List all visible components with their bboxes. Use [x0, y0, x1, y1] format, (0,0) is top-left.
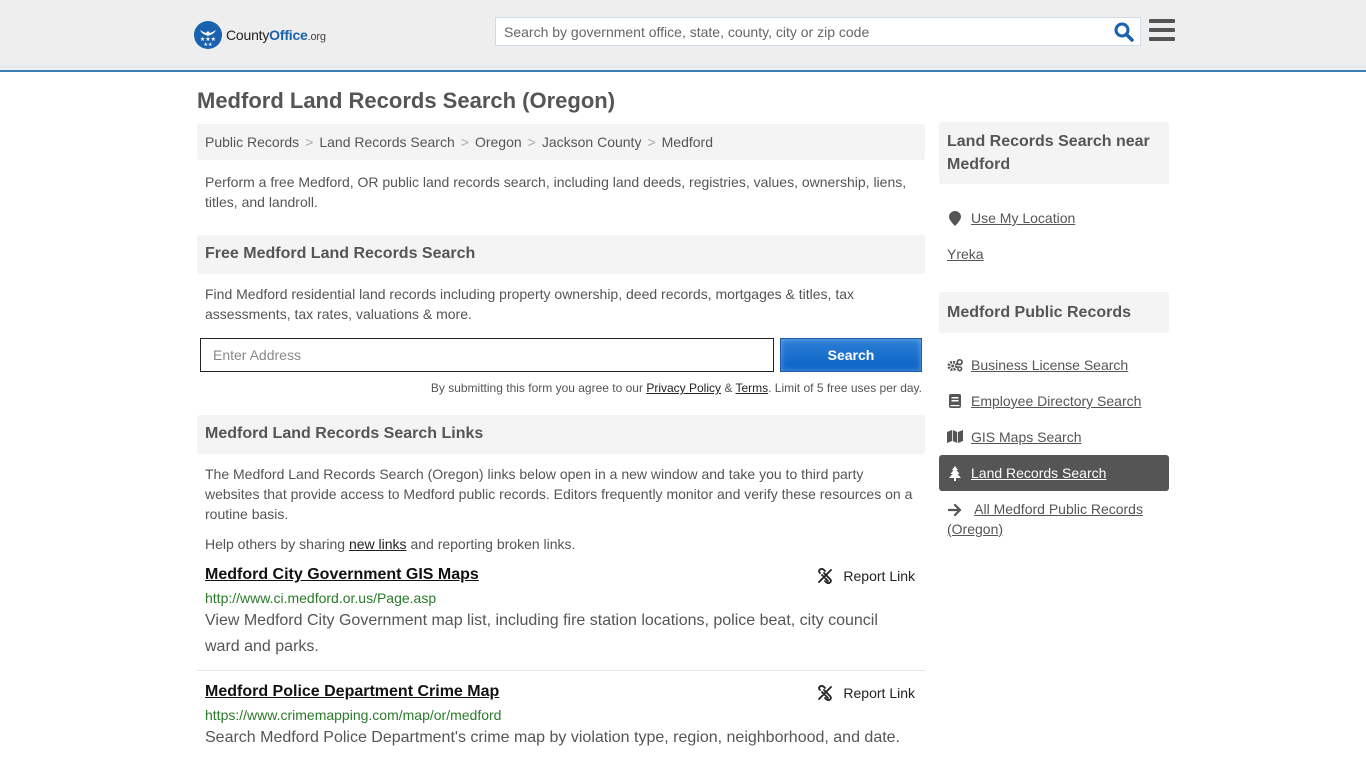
- resource-link-title[interactable]: Medford Police Department Crime Map: [205, 683, 499, 700]
- breadcrumb-separator: >: [305, 134, 314, 150]
- resource-link-item: Medford City Government GIS Maps Report …: [197, 554, 925, 671]
- hamburger-menu-icon[interactable]: [1149, 19, 1175, 43]
- terms-prefix: By submitting this form you agree to our: [430, 381, 647, 395]
- sidebar-item-label[interactable]: Land Records Search: [971, 463, 1106, 483]
- links-help-text: Help others by sharing new links and rep…: [197, 524, 925, 554]
- privacy-policy-link[interactable]: Privacy Policy: [646, 381, 721, 395]
- resource-link-description: View Medford City Government map list, i…: [205, 612, 878, 655]
- breadcrumb: Public Records > Land Records Search > Orego…: [197, 124, 925, 160]
- breadcrumb-oregon[interactable]: Oregon: [475, 134, 522, 150]
- address-search-form: Search: [197, 338, 925, 372]
- nearby-place-link-yreka[interactable]: Yreka: [947, 244, 984, 264]
- address-search-button[interactable]: Search: [780, 338, 922, 372]
- sidebar-item-label[interactable]: Business License Search: [971, 355, 1128, 375]
- sidebar-item-all-public-records[interactable]: All Medford Public Records (Oregon): [939, 491, 1169, 547]
- terms-amp: &: [721, 381, 736, 395]
- site-search-input[interactable]: [496, 18, 1096, 45]
- breadcrumb-separator: >: [647, 134, 656, 150]
- sidebar: Land Records Search near Medford Use My …: [939, 122, 1169, 547]
- report-link-button[interactable]: Report Link: [817, 568, 915, 584]
- sidebar-item-label[interactable]: GIS Maps Search: [971, 427, 1082, 447]
- logo-wordmark: CountyOffice.org: [226, 27, 326, 43]
- sidebar-item-employee-directory[interactable]: Employee Directory Search: [939, 383, 1169, 419]
- main-content: Public Records > Land Records Search > Orego…: [197, 124, 925, 761]
- sidebar-item-business-license[interactable]: Business License Search: [939, 347, 1169, 383]
- map-marker-icon: [947, 208, 963, 226]
- broken-link-icon: [818, 568, 833, 584]
- terms-notice: By submitting this form you agree to our…: [197, 381, 925, 395]
- logo-text-org: .org: [307, 31, 326, 43]
- resource-link-description: Search Medford Police Department's crime…: [205, 729, 900, 746]
- breadcrumb-medford: Medford: [661, 134, 713, 150]
- report-link-button[interactable]: Report Link: [817, 685, 915, 701]
- logo-text-county: County: [226, 27, 270, 43]
- breadcrumb-separator: >: [527, 134, 536, 150]
- resource-link-url: http://www.ci.medford.or.us/Page.asp: [205, 590, 437, 606]
- menu-bar: [1149, 19, 1175, 23]
- breadcrumb-public-records[interactable]: Public Records: [205, 134, 299, 150]
- terms-suffix: . Limit of 5 free uses per day.: [768, 381, 922, 395]
- arrow-right-icon: [947, 501, 963, 516]
- site-header: ★★★ ★★ CountyOffice.org: [0, 0, 1366, 72]
- sidebar-item-label[interactable]: Employee Directory Search: [971, 391, 1141, 411]
- menu-bar: [1149, 28, 1175, 32]
- links-intro: The Medford Land Records Search (Oregon)…: [205, 466, 913, 522]
- site-search: [495, 17, 1141, 46]
- address-input[interactable]: [200, 338, 774, 372]
- svg-text:★★: ★★: [204, 42, 213, 48]
- gears-icon: [947, 355, 963, 372]
- site-logo[interactable]: ★★★ ★★ CountyOffice.org: [194, 21, 326, 49]
- map-icon: [947, 427, 963, 443]
- resource-link-url: https://www.crimemapping.com/map/or/medf…: [205, 707, 502, 723]
- menu-bar: [1149, 37, 1175, 41]
- help-prefix: Help others by sharing: [205, 536, 349, 552]
- report-link-label: Report Link: [843, 568, 915, 584]
- breadcrumb-land-records-search[interactable]: Land Records Search: [319, 134, 454, 150]
- nearby-heading: Land Records Search near Medford: [939, 122, 1169, 184]
- tree-icon: [947, 463, 963, 481]
- free-search-heading: Free Medford Land Records Search: [197, 235, 925, 274]
- logo-text-office: Office: [269, 27, 308, 43]
- use-my-location-link[interactable]: Use My Location: [971, 208, 1075, 228]
- page-intro: Perform a free Medford, OR public land r…: [205, 174, 907, 210]
- page-title: Medford Land Records Search (Oregon): [197, 88, 616, 113]
- use-my-location-item: Use My Location: [939, 200, 1169, 236]
- broken-link-icon: [818, 685, 833, 701]
- nearby-place-item: Yreka: [939, 236, 1169, 272]
- terms-link[interactable]: Terms: [735, 381, 768, 395]
- resource-link-item: Medford Police Department Crime Map Repo…: [197, 671, 925, 761]
- breadcrumb-separator: >: [460, 134, 469, 150]
- links-heading: Medford Land Records Search Links: [197, 415, 925, 454]
- resource-link-list: Medford City Government GIS Maps Report …: [197, 554, 925, 761]
- new-links-link[interactable]: new links: [349, 536, 407, 552]
- help-suffix: and reporting broken links.: [406, 536, 576, 552]
- eagle-stars-badge-icon: ★★★ ★★: [194, 21, 222, 49]
- sidebar-item-gis-maps[interactable]: GIS Maps Search: [939, 419, 1169, 455]
- breadcrumb-jackson-county[interactable]: Jackson County: [542, 134, 642, 150]
- sidebar-item-land-records[interactable]: Land Records Search: [939, 455, 1169, 491]
- sidebar-item-label[interactable]: All Medford Public Records (Oregon): [947, 501, 1143, 537]
- search-icon[interactable]: [1114, 22, 1134, 42]
- book-icon: [947, 391, 963, 408]
- public-records-heading: Medford Public Records: [939, 292, 1169, 333]
- free-search-description: Find Medford residential land records in…: [205, 286, 854, 322]
- resource-link-title[interactable]: Medford City Government GIS Maps: [205, 566, 479, 583]
- report-link-label: Report Link: [843, 685, 915, 701]
